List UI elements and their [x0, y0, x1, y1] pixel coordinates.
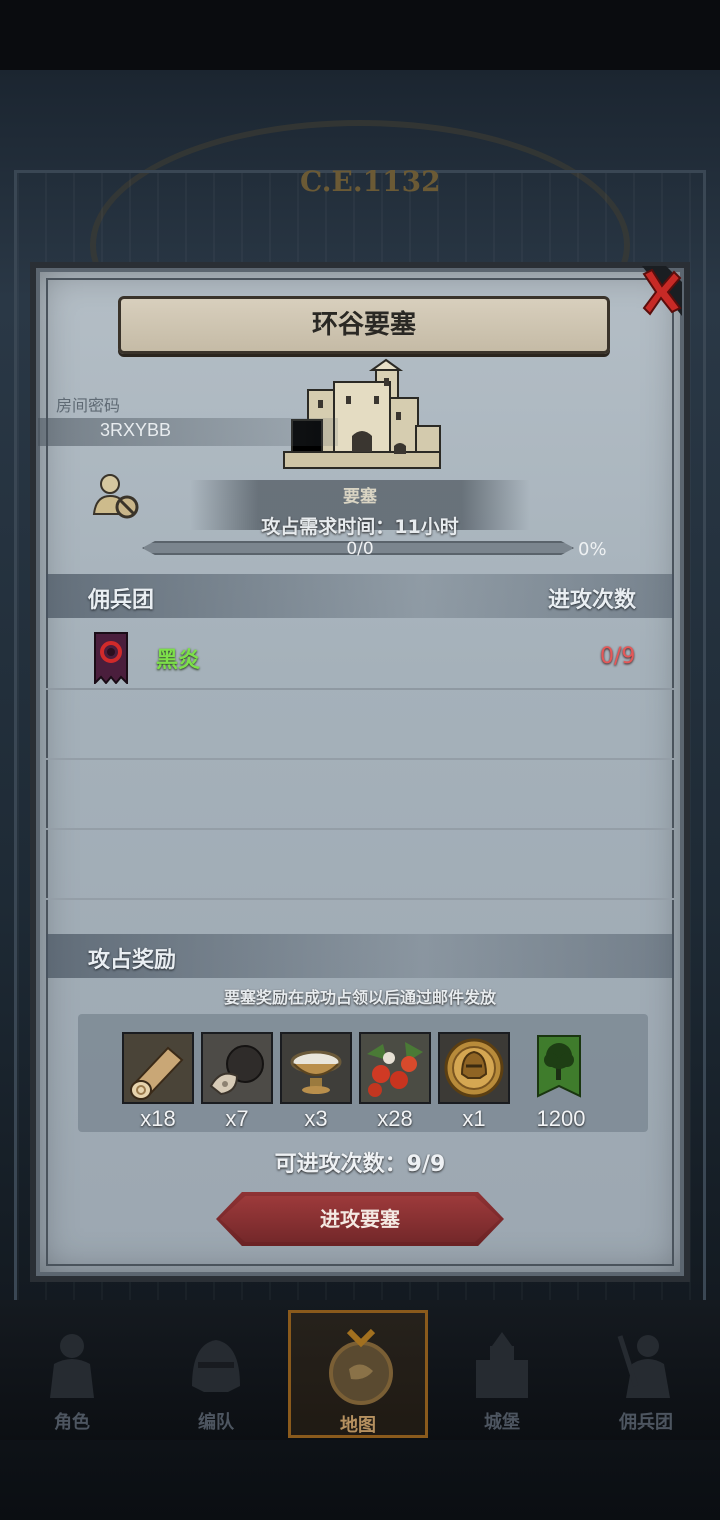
warrior-icon: [617, 1335, 670, 1398]
empty-row-divider: [46, 758, 674, 760]
capture-progress-text: 0/0: [346, 539, 374, 559]
mercenary-attacks: 0/9: [600, 644, 636, 669]
nav-item-formation[interactable]: 编队: [146, 1310, 286, 1438]
nav-item-character[interactable]: 角色: [2, 1310, 142, 1438]
berries-icon: [361, 1034, 429, 1102]
reward-qty: 1200: [536, 1106, 586, 1131]
reward-item[interactable]: [359, 1032, 431, 1104]
capture-time: 攻占需求时间：11小时: [261, 516, 459, 538]
title-plate: 环谷要塞: [118, 296, 610, 354]
capture-progress-percent: 0%: [578, 539, 607, 560]
close-button[interactable]: [636, 262, 686, 320]
knight-icon: [50, 1334, 94, 1398]
map-compass-icon: [329, 1329, 393, 1405]
mercenary-title: 佣兵团: [88, 588, 155, 613]
mercenary-name: 黑炎: [156, 648, 201, 673]
nav-label: 城堡: [484, 1412, 520, 1433]
era-label: C.E.1132: [300, 165, 441, 198]
attack-count: 可进攻次数：9/9: [274, 1152, 446, 1177]
reward-item[interactable]: [438, 1032, 510, 1104]
reward-title: 攻占奖励: [88, 948, 177, 973]
room-code-label: 房间密码: [56, 396, 121, 415]
nav-label: 地图: [340, 1415, 376, 1436]
fortress-type: 要塞: [343, 487, 377, 507]
reward-qty: x18: [140, 1106, 176, 1131]
nav-item-map[interactable]: 地图: [288, 1310, 428, 1438]
close-icon: [642, 266, 682, 316]
reward-qty: x1: [462, 1106, 486, 1131]
nav-label: 佣兵团: [619, 1412, 673, 1433]
attack-button-label: 进攻要塞: [320, 1207, 400, 1231]
mercenary-row[interactable]: [46, 622, 674, 690]
reward-qty: x28: [377, 1106, 413, 1131]
dish-bowl-icon: [282, 1034, 350, 1102]
black-flame-banner-icon: [94, 632, 128, 684]
attacks-header: 进攻次数: [548, 588, 637, 613]
tree-banner-icon: [537, 1035, 581, 1098]
helmet-icon: [192, 1340, 240, 1392]
nav-item-castle[interactable]: 城堡: [432, 1310, 572, 1438]
nav-label: 角色: [54, 1412, 90, 1433]
reward-item[interactable]: [122, 1032, 194, 1104]
nav-label: 编队: [198, 1412, 234, 1433]
reward-qty: x3: [304, 1106, 328, 1131]
room-code-bar: [38, 418, 338, 446]
empty-row-divider: [46, 898, 674, 900]
reward-item[interactable]: [524, 1032, 596, 1104]
reward-item[interactable]: [280, 1032, 352, 1104]
attack-fortress-button[interactable]: 进攻要塞: [216, 1192, 504, 1246]
reward-qty: x7: [225, 1106, 249, 1131]
reward-note: 要塞奖励在成功占领以后通过邮件发放: [223, 988, 496, 1007]
dialog-title: 环谷要塞: [311, 310, 416, 340]
knight-medal-icon: [440, 1034, 508, 1102]
truffle-icon: [203, 1034, 271, 1102]
nav-item-mercenary[interactable]: 佣兵团: [576, 1310, 716, 1438]
fortress-castle-icon: [283, 358, 441, 469]
room-code[interactable]: 3RXYBB: [100, 420, 171, 441]
wood-log-icon: [124, 1034, 192, 1102]
empty-row-divider: [46, 828, 674, 830]
reward-item[interactable]: [201, 1032, 273, 1104]
castle-icon: [476, 1332, 528, 1398]
